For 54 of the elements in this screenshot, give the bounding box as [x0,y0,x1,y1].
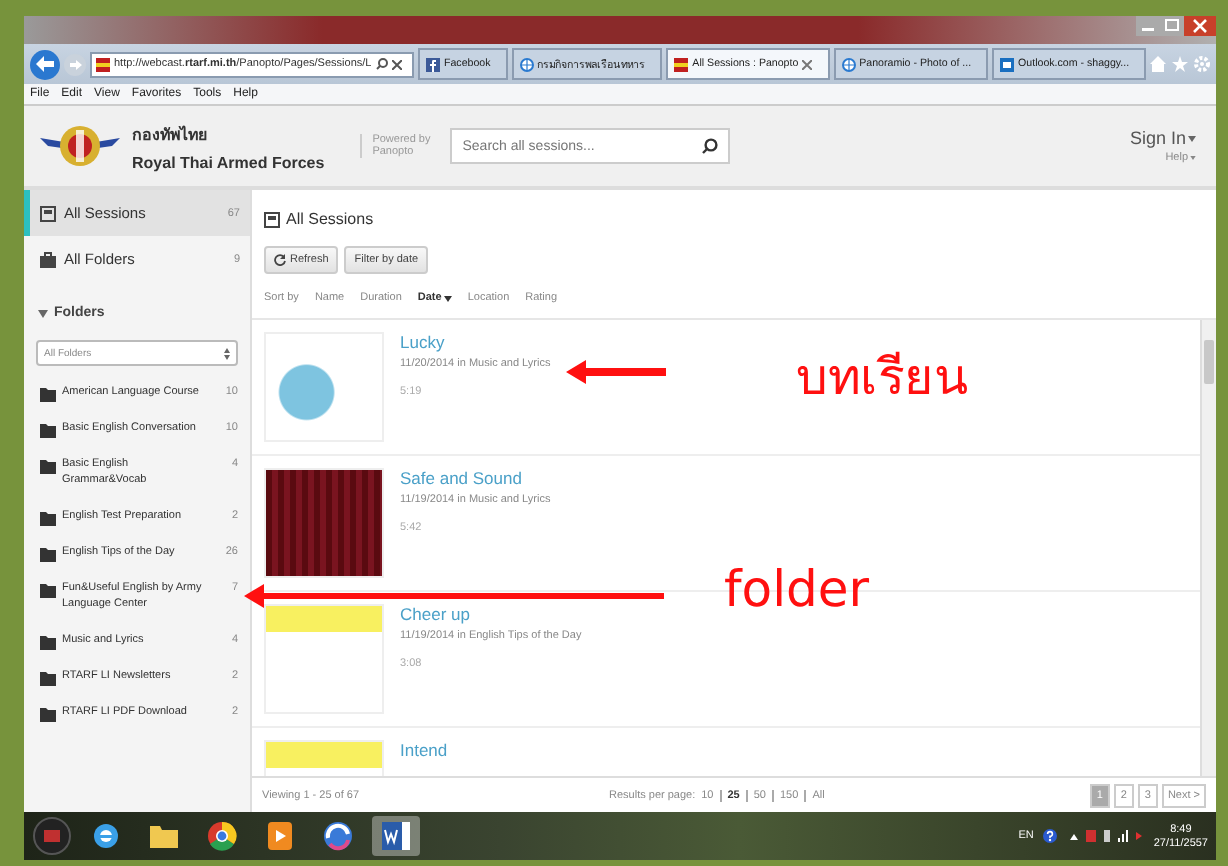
swirl-icon [322,820,354,852]
e-logo-icon [90,820,122,852]
globe-icon [841,57,856,71]
taskbar-app[interactable] [372,816,420,856]
facebook-icon [426,57,440,71]
folder-icon [40,460,56,474]
play-icon [266,820,294,852]
page-title: All Sessions [252,190,1216,246]
thumbnail-placeholder[interactable] [264,468,384,578]
caret-icon [443,295,452,301]
caret-icon [1188,135,1196,141]
back-button[interactable] [30,49,60,79]
chrome-icon [206,820,238,852]
scrollbar[interactable] [1200,320,1216,776]
refresh-icon [274,254,286,266]
arrow-right-icon [69,59,81,69]
annotation-label: folder [724,560,870,618]
org-name-thai: กองทัพไทย [132,123,210,147]
annotation-label: บทเรียน [796,346,968,410]
folder-icon [40,424,56,438]
folder-icon [40,671,56,686]
folder-icon [148,822,180,850]
arrow-left-icon [36,56,54,72]
triangle-icon [38,309,48,317]
start-button[interactable] [32,816,72,856]
org-name: Royal Thai Armed Forces [132,153,325,171]
thumbnail-placeholder[interactable] [264,604,384,714]
folder-icon [40,707,56,722]
caret-icon [1190,156,1196,160]
stack-icon [264,211,280,227]
search-icon[interactable] [375,58,388,70]
window-controls-icon[interactable] [1136,16,1216,38]
help-icon[interactable] [1041,828,1058,844]
close-icon[interactable] [802,59,813,69]
sign-in-link[interactable]: Sign In [1129,128,1196,148]
folder-icon [40,635,56,650]
thumbnail-placeholder[interactable] [264,332,384,442]
updown-icon [224,347,230,359]
folder-icon [40,583,56,598]
globe-icon [519,57,534,71]
briefcase-icon [40,251,56,267]
folder-icon [40,511,56,526]
tray-icons[interactable] [1065,828,1146,844]
stack-icon [40,205,56,221]
mail-icon [1000,57,1015,71]
word-icon [380,820,412,852]
close-icon[interactable] [391,59,402,69]
flag-icon [674,57,689,71]
flag-icon [96,57,110,71]
arrow [566,360,666,384]
search-icon[interactable] [702,138,719,154]
star-icon[interactable] [1172,56,1189,72]
folder-icon [40,547,56,562]
folder-icon [40,388,56,402]
